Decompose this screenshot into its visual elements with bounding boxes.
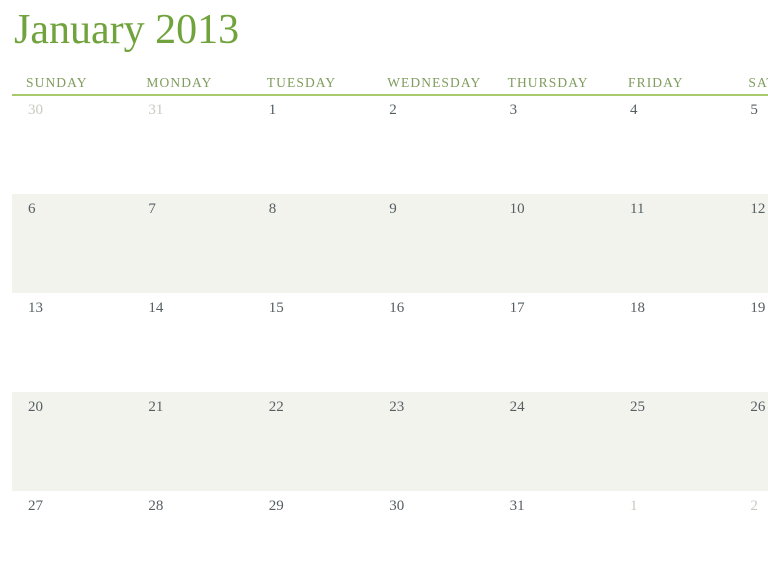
day-number: 31 (509, 498, 525, 514)
day-cell[interactable]: 19 (734, 293, 768, 392)
day-number: 11 (630, 201, 645, 217)
day-number: 26 (750, 399, 766, 415)
day-cell[interactable]: 6 (12, 194, 132, 293)
day-number: 18 (630, 300, 645, 316)
day-cell[interactable]: 17 (494, 293, 614, 392)
day-cell[interactable]: 20 (12, 392, 132, 491)
day-number: 7 (148, 201, 156, 217)
day-number: 2 (750, 498, 758, 514)
day-number: 3 (509, 102, 518, 118)
day-cell[interactable]: 21 (132, 392, 252, 491)
day-number: 1 (630, 498, 638, 514)
day-cell[interactable]: 3 (494, 95, 614, 194)
day-cell[interactable]: 24 (494, 392, 614, 491)
day-number: 9 (389, 201, 397, 217)
day-cell[interactable]: 14 (132, 293, 252, 392)
day-cell[interactable]: 26 (734, 392, 768, 491)
day-cell[interactable]: 27 (12, 491, 132, 576)
day-cell[interactable]: 29 (253, 491, 373, 576)
day-cell[interactable]: 13 (12, 293, 132, 392)
day-number: 12 (750, 201, 766, 217)
header-divider (12, 94, 768, 96)
day-cell[interactable]: 9 (373, 194, 493, 293)
day-cell[interactable]: 8 (253, 194, 373, 293)
day-number: 30 (28, 102, 43, 118)
week-row: 27 28 29 30 31 1 2 (12, 491, 768, 576)
week-row: 6 7 8 9 10 11 12 (12, 194, 768, 293)
day-number: 20 (28, 399, 43, 415)
weekday-header-sunday: SUNDAY (26, 75, 88, 90)
day-number: 5 (750, 102, 758, 118)
day-cell[interactable]: 30 (373, 491, 493, 576)
day-number: 17 (509, 300, 525, 316)
day-cell[interactable]: 28 (132, 491, 252, 576)
day-number: 13 (28, 300, 43, 316)
day-cell[interactable]: 12 (734, 194, 768, 293)
day-number: 23 (389, 399, 405, 415)
day-cell[interactable]: 2 (734, 491, 768, 576)
weekday-header-row: SUNDAY MONDAY TUESDAY WEDNESDAY THURSDAY FRID… (12, 70, 768, 95)
day-cell[interactable]: 25 (614, 392, 734, 491)
calendar-grid: SUNDAY MONDAY TUESDAY WEDNESDAY THURSDAY FRID… (12, 70, 768, 576)
day-number: 8 (268, 201, 277, 217)
day-number: 19 (750, 300, 766, 316)
day-cell[interactable]: 23 (373, 392, 493, 491)
week-row: 20 21 22 23 24 25 26 (12, 392, 768, 491)
day-number: 21 (148, 399, 164, 415)
day-number: 1 (268, 102, 277, 118)
day-cell[interactable]: 11 (614, 194, 734, 293)
calendar-page: January 2013 SUNDAY MONDAY TUESDAY WEDNESDA… (0, 0, 768, 576)
day-cell[interactable]: 15 (253, 293, 373, 392)
page-title: January 2013 (14, 7, 240, 53)
day-number: 2 (389, 102, 397, 118)
day-number: 25 (630, 399, 645, 415)
weekday-header-monday: MONDAY (146, 75, 213, 90)
week-row: 30 31 1 2 3 4 5 (12, 95, 768, 194)
day-number: 16 (389, 300, 405, 316)
day-number: 28 (148, 498, 164, 514)
weekday-header-tuesday: TUESDAY (266, 75, 337, 90)
day-cell[interactable]: 10 (494, 194, 614, 293)
day-number: 27 (28, 498, 43, 514)
day-number: 14 (148, 300, 164, 316)
day-cell[interactable]: 5 (734, 95, 768, 194)
day-number: 30 (389, 498, 405, 514)
day-number: 29 (268, 498, 284, 514)
day-cell[interactable]: 4 (614, 95, 734, 194)
day-number: 24 (509, 399, 525, 415)
day-cell[interactable]: 1 (253, 95, 373, 194)
day-cell[interactable]: 22 (253, 392, 373, 491)
weekday-header-friday: FRIDAY (628, 75, 684, 90)
day-cell[interactable]: 16 (373, 293, 493, 392)
day-number: 4 (630, 102, 638, 118)
day-cell[interactable]: 31 (494, 491, 614, 576)
week-row: 13 14 15 16 17 18 19 (12, 293, 768, 392)
day-number: 31 (148, 102, 164, 118)
day-cell[interactable]: 31 (132, 95, 252, 194)
weekday-header-saturday: SATURDAY (748, 75, 768, 90)
day-cell[interactable]: 7 (132, 194, 252, 293)
day-number: 6 (28, 201, 36, 217)
day-cell[interactable]: 30 (12, 95, 132, 194)
week-rows-container: 30 31 1 2 3 4 5 6 7 8 9 10 11 12 13 14 15 16 17 18 19 20 21 22 2… (12, 95, 768, 576)
weekday-header-wednesday: WEDNESDAY (387, 75, 482, 90)
day-cell[interactable]: 2 (373, 95, 493, 194)
day-cell[interactable]: 1 (614, 491, 734, 576)
day-number: 15 (268, 300, 284, 316)
day-number: 10 (509, 201, 525, 217)
day-number: 22 (268, 399, 284, 415)
day-cell[interactable]: 18 (614, 293, 734, 392)
weekday-header-thursday: THURSDAY (507, 75, 589, 90)
